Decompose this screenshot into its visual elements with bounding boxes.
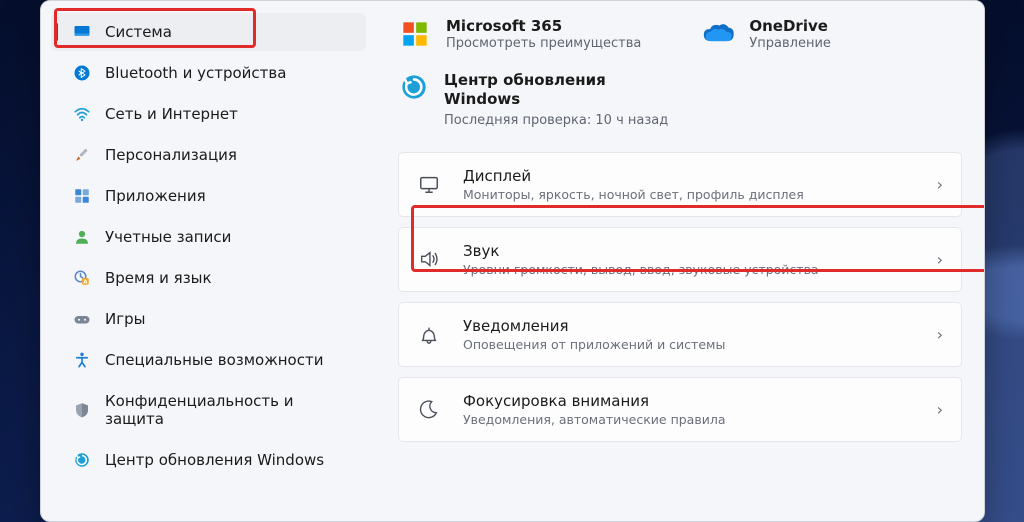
setting-row-sound[interactable]: Звук Уровни громкости, вывод, ввод, звук… [398, 227, 962, 292]
bluetooth-icon [73, 64, 91, 82]
promo-onedrive-sub: Управление [749, 36, 831, 51]
settings-main: Microsoft 365 Просмотреть преимущества O… [376, 1, 984, 521]
sidebar-item-label: Персонализация [105, 146, 237, 164]
sidebar-item-label: Конфиденциальность и защита [105, 392, 354, 428]
setting-title: Фокусировка внимания [463, 392, 915, 410]
sidebar-item-bluetooth[interactable]: Bluetooth и устройства [51, 54, 366, 92]
settings-window: Система Bluetooth и устройства Сеть и Ин… [40, 0, 985, 522]
sidebar-item-apps[interactable]: Приложения [51, 177, 366, 215]
shield-icon [73, 401, 91, 419]
accessibility-icon [73, 351, 91, 369]
sidebar-item-label: Центр обновления Windows [105, 451, 324, 469]
setting-sub: Уведомления, автоматические правила [463, 412, 915, 427]
setting-title: Уведомления [463, 317, 915, 335]
sidebar-item-accessibility[interactable]: Специальные возможности [51, 341, 366, 379]
windows-update-block[interactable]: Центр обновления Windows Последняя прове… [398, 71, 962, 128]
sidebar-item-label: Bluetooth и устройства [105, 64, 286, 82]
apps-icon [73, 187, 91, 205]
sidebar-item-label: Учетные записи [105, 228, 231, 246]
promo-m365[interactable]: Microsoft 365 Просмотреть преимущества [398, 17, 641, 51]
brush-icon [73, 146, 91, 164]
promo-onedrive-title: OneDrive [749, 17, 831, 35]
chevron-right-icon: › [937, 325, 943, 344]
sidebar-item-personalization[interactable]: Персонализация [51, 136, 366, 174]
onedrive-icon [701, 17, 735, 51]
chevron-right-icon: › [937, 175, 943, 194]
m365-icon [398, 17, 432, 51]
setting-title: Дисплей [463, 167, 915, 185]
sidebar-item-gaming[interactable]: Игры [51, 300, 366, 338]
settings-sidebar: Система Bluetooth и устройства Сеть и Ин… [41, 1, 376, 521]
sidebar-item-system[interactable]: Система [51, 13, 366, 51]
setting-sub: Уровни громкости, вывод, ввод, звуковые … [463, 262, 915, 277]
sidebar-item-network[interactable]: Сеть и Интернет [51, 95, 366, 133]
sidebar-item-label: Игры [105, 310, 145, 328]
user-icon [73, 228, 91, 246]
promo-row: Microsoft 365 Просмотреть преимущества O… [398, 17, 962, 51]
windows-update-title: Центр обновления Windows [444, 71, 614, 109]
sidebar-item-privacy[interactable]: Конфиденциальность и защита [51, 382, 366, 438]
setting-title: Звук [463, 242, 915, 260]
sidebar-item-time-language[interactable]: A Время и язык [51, 259, 366, 297]
chevron-right-icon: › [937, 250, 943, 269]
sidebar-item-windows-update[interactable]: Центр обновления Windows [51, 441, 366, 479]
setting-row-notifications[interactable]: Уведомления Оповещения от приложений и с… [398, 302, 962, 367]
sidebar-item-label: Приложения [105, 187, 206, 205]
windows-update-icon [398, 71, 430, 103]
display-icon [73, 23, 91, 41]
speaker-icon [417, 247, 441, 271]
gamepad-icon [73, 310, 91, 328]
setting-row-focus-assist[interactable]: Фокусировка внимания Уведомления, автома… [398, 377, 962, 442]
sidebar-item-label: Время и язык [105, 269, 212, 287]
promo-m365-sub: Просмотреть преимущества [446, 36, 641, 51]
moon-icon [417, 397, 441, 421]
windows-update-icon [73, 451, 91, 469]
sidebar-item-label: Система [105, 23, 172, 41]
sidebar-item-accounts[interactable]: Учетные записи [51, 218, 366, 256]
chevron-right-icon: › [937, 400, 943, 419]
setting-row-display[interactable]: Дисплей Мониторы, яркость, ночной свет, … [398, 152, 962, 217]
promo-onedrive[interactable]: OneDrive Управление [701, 17, 831, 51]
sidebar-item-label: Специальные возможности [105, 351, 323, 369]
promo-m365-title: Microsoft 365 [446, 17, 641, 35]
monitor-icon [417, 172, 441, 196]
clock-language-icon: A [73, 269, 91, 287]
wifi-icon [73, 105, 91, 123]
sidebar-item-label: Сеть и Интернет [105, 105, 238, 123]
windows-update-sub: Последняя проверка: 10 ч назад [444, 113, 668, 128]
setting-sub: Оповещения от приложений и системы [463, 337, 915, 352]
setting-sub: Мониторы, яркость, ночной свет, профиль … [463, 187, 915, 202]
bell-icon [417, 322, 441, 346]
